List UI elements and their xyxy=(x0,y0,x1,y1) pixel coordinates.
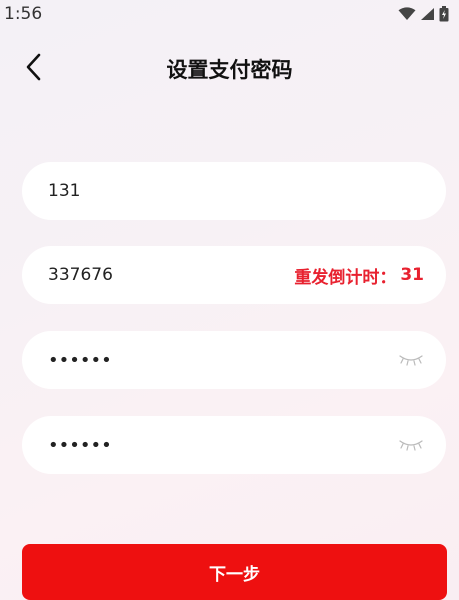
signal-icon xyxy=(421,8,434,20)
password-input[interactable]: •••••• xyxy=(48,350,398,371)
page-title: 设置支付密码 xyxy=(166,58,293,82)
status-time: 1:56 xyxy=(4,4,43,24)
password-field[interactable]: •••••• xyxy=(22,331,446,389)
status-bar: 1:56 xyxy=(0,0,459,28)
countdown-seconds: 31 xyxy=(400,265,424,285)
eye-closed-icon[interactable] xyxy=(398,438,424,452)
next-button[interactable]: 下一步 xyxy=(22,544,447,600)
status-icons xyxy=(398,6,449,22)
confirm-password-input[interactable]: •••••• xyxy=(48,435,398,456)
next-button-label: 下一步 xyxy=(209,564,260,585)
eye-closed-icon[interactable] xyxy=(398,353,424,367)
wifi-icon xyxy=(398,7,416,20)
battery-icon xyxy=(439,6,449,22)
verification-code-field[interactable]: 重发倒计时： 31 xyxy=(22,246,446,304)
phone-input[interactable] xyxy=(48,181,424,201)
phone-field[interactable] xyxy=(22,162,446,220)
verification-code-input[interactable] xyxy=(48,265,295,285)
resend-countdown[interactable]: 重发倒计时： 31 xyxy=(294,263,424,288)
confirm-password-field[interactable]: •••••• xyxy=(22,416,446,474)
countdown-label: 重发倒计时： xyxy=(294,267,397,288)
header: 设置支付密码 xyxy=(0,42,459,92)
